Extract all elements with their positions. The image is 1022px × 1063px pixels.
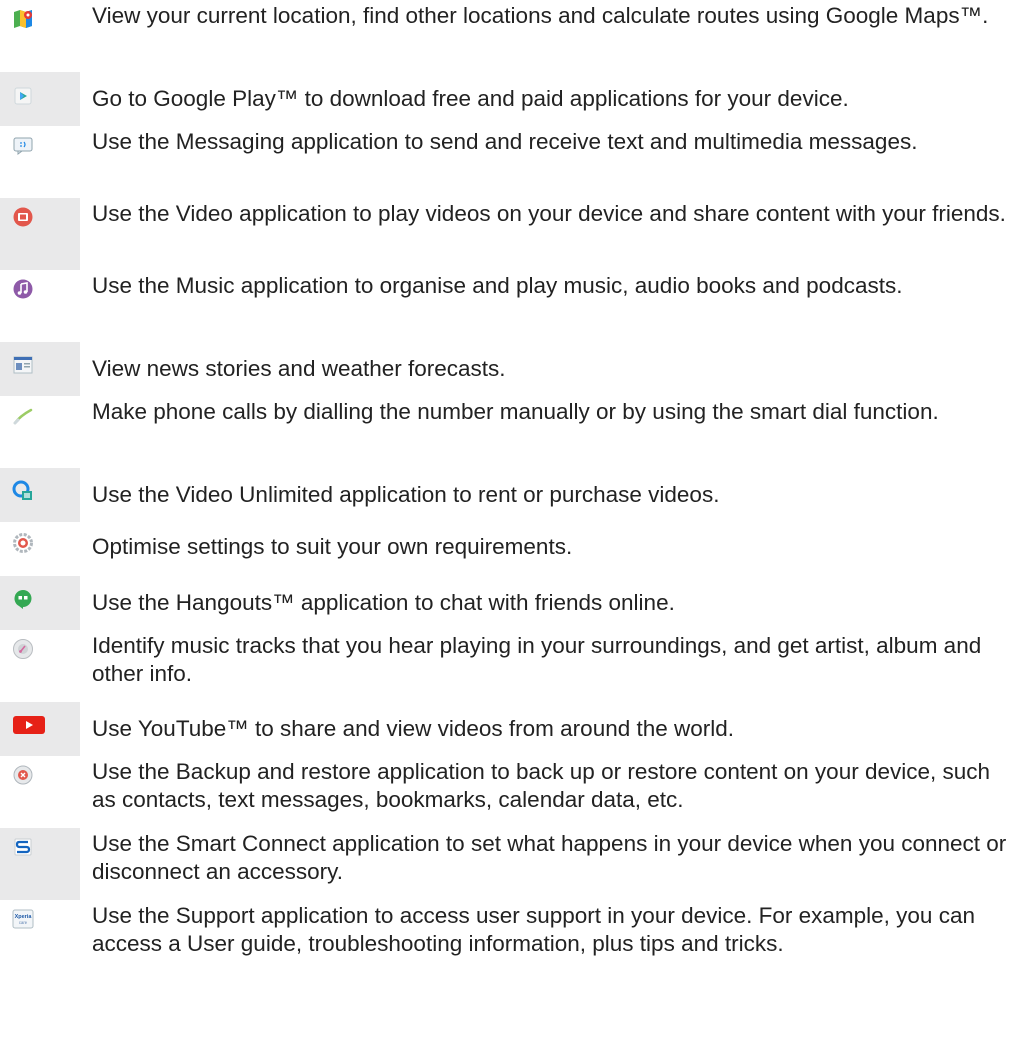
item-description: Use the Video application to play videos… — [92, 201, 1006, 226]
settings-icon — [12, 532, 34, 554]
icon-cell — [0, 126, 80, 198]
list-item-youtube: Use YouTube™ to share and view videos fr… — [0, 702, 1022, 756]
phone-icon — [12, 404, 34, 426]
video-icon — [12, 206, 34, 228]
item-description: Make phone calls by dialling the number … — [92, 399, 939, 424]
smart-connect-icon — [12, 836, 34, 858]
icon-cell — [0, 0, 80, 72]
backup-restore-icon — [12, 764, 34, 786]
list-item-smart-connect: Use the Smart Connect application to set… — [0, 828, 1022, 900]
list-item-support: Xperia care Use the Support application … — [0, 900, 1022, 1000]
item-description: Use the Messaging application to send an… — [92, 129, 918, 154]
item-description: Use the Music application to organise an… — [92, 273, 903, 298]
youtube-icon — [12, 714, 46, 736]
list-item-backup-restore: Use the Backup and restore application t… — [0, 756, 1022, 828]
icon-cell — [0, 270, 80, 342]
list-item-video-unlimited: Use the Video Unlimited application to r… — [0, 468, 1022, 522]
list-item-trackid: Identify music tracks that you hear play… — [0, 630, 1022, 702]
support-icon: Xperia care — [12, 908, 34, 930]
icon-cell — [0, 468, 80, 522]
item-description: Use the Support application to access us… — [92, 903, 975, 956]
list-item-settings: Optimise settings to suit your own requi… — [0, 522, 1022, 576]
item-description: View news stories and weather forecasts. — [92, 356, 506, 381]
item-description: Go to Google Play™ to download free and … — [92, 86, 849, 111]
icon-cell — [0, 576, 80, 630]
icon-cell — [0, 828, 80, 900]
icon-cell — [0, 702, 80, 756]
list-item-hangouts: Use the Hangouts™ application to chat wi… — [0, 576, 1022, 630]
item-description: View your current location, find other l… — [92, 3, 989, 28]
item-description: Use the Smart Connect application to set… — [92, 831, 1007, 884]
list-item-phone: Make phone calls by dialling the number … — [0, 396, 1022, 468]
icon-cell — [0, 396, 80, 468]
list-item-play-store: Go to Google Play™ to download free and … — [0, 72, 1022, 126]
support-icon-sublabel: care — [19, 920, 28, 925]
item-description: Use the Video Unlimited application to r… — [92, 482, 720, 507]
trackid-icon — [12, 638, 34, 660]
item-description: Use the Backup and restore application t… — [92, 759, 991, 812]
play-store-icon — [12, 84, 34, 106]
icon-cell — [0, 342, 80, 396]
news-weather-icon — [12, 354, 34, 376]
list-item-messaging: Use the Messaging application to send an… — [0, 126, 1022, 198]
list-item-music: Use the Music application to organise an… — [0, 270, 1022, 342]
icon-cell — [0, 72, 80, 126]
list-item-video: Use the Video application to play videos… — [0, 198, 1022, 270]
list-item-maps: View your current location, find other l… — [0, 0, 1022, 72]
hangouts-icon — [12, 588, 34, 610]
icon-cell: Xperia care — [0, 900, 80, 1000]
maps-icon — [12, 8, 34, 30]
item-description: Use the Hangouts™ application to chat wi… — [92, 590, 675, 615]
icon-cell — [0, 522, 80, 576]
item-description: Identify music tracks that you hear play… — [92, 633, 982, 686]
icon-cell — [0, 630, 80, 702]
item-description: Optimise settings to suit your own requi… — [92, 534, 573, 559]
video-unlimited-icon — [12, 480, 34, 502]
music-icon — [12, 278, 34, 300]
messaging-icon — [12, 134, 34, 156]
icon-cell — [0, 198, 80, 270]
list-item-news-weather: View news stories and weather forecasts. — [0, 342, 1022, 396]
icon-cell — [0, 756, 80, 828]
item-description: Use YouTube™ to share and view videos fr… — [92, 716, 735, 741]
